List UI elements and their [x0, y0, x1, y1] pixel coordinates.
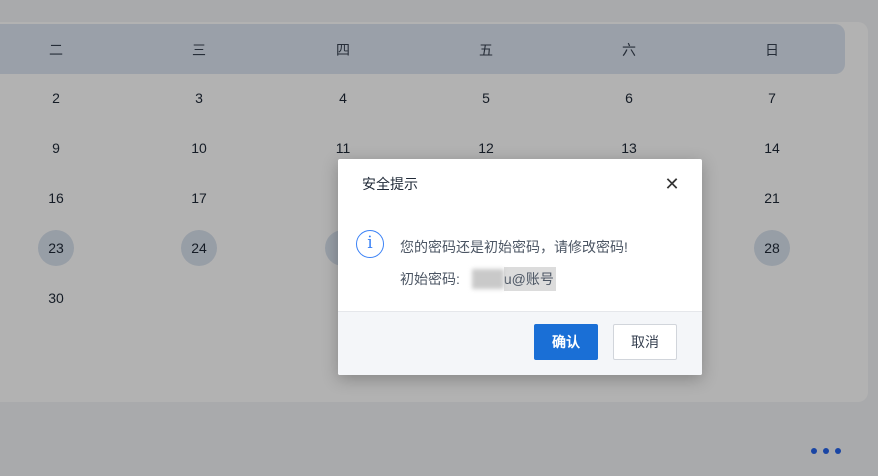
close-icon[interactable]: ✕ — [664, 175, 680, 193]
password-value: u@账号 — [503, 267, 556, 291]
warning-message: 您的密码还是初始密码，请修改密码! — [400, 239, 628, 255]
info-icon: i — [356, 230, 384, 258]
password-redaction — [471, 269, 504, 289]
cancel-button[interactable]: 取消 — [613, 324, 677, 360]
password-label: 初始密码: — [400, 271, 460, 287]
dialog-footer: 确认 取消 — [338, 312, 702, 375]
security-alert-dialog: 安全提示 ✕ i 您的密码还是初始密码，请修改密码! 初始密码: u@账号 确认… — [338, 159, 702, 375]
dialog-header: 安全提示 ✕ — [338, 159, 702, 205]
confirm-button[interactable]: 确认 — [534, 324, 598, 360]
dialog-title: 安全提示 — [362, 176, 418, 192]
initial-password-line: 初始密码: u@账号 — [400, 267, 556, 291]
dialog-body: i 您的密码还是初始密码，请修改密码! 初始密码: u@账号 — [338, 205, 702, 312]
